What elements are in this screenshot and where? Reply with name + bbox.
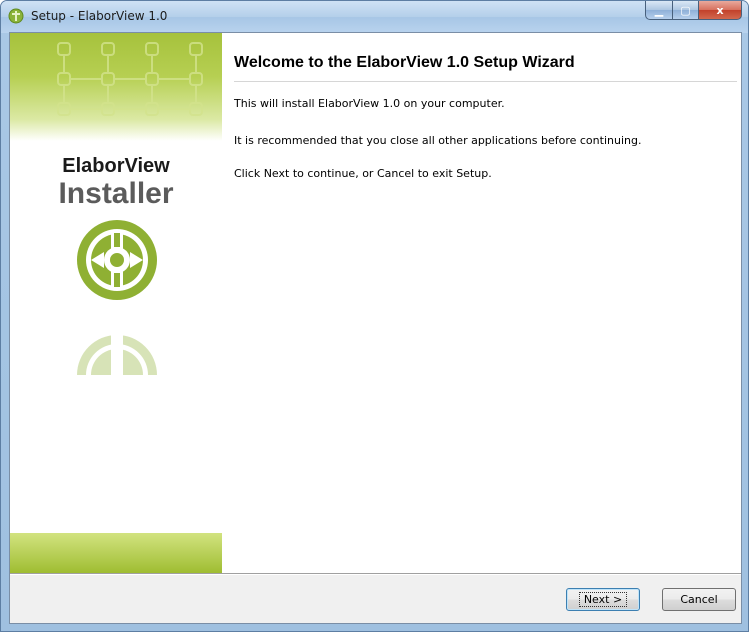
setup-window: Setup - ElaborView 1.0 ▁ ▢ x ElaborView …: [0, 0, 749, 632]
minimize-icon: ▁: [654, 3, 664, 17]
recommendation-text: It is recommended that you close all oth…: [234, 134, 642, 147]
logo-reflection: [77, 335, 157, 375]
page-title: Welcome to the ElaborView 1.0 Setup Wiza…: [234, 54, 575, 71]
brand-name: ElaborView: [62, 155, 170, 177]
maximize-icon: ▢: [680, 3, 691, 17]
minimize-button[interactable]: ▁: [645, 1, 672, 20]
wizard-side-image: ElaborView Installer: [10, 33, 222, 573]
next-button[interactable]: Next >: [566, 588, 640, 611]
instruction-text: Click Next to continue, or Cancel to exi…: [234, 167, 492, 180]
title-bar[interactable]: Setup - ElaborView 1.0 ▁ ▢ x: [1, 1, 748, 33]
cancel-button[interactable]: Cancel: [662, 588, 736, 611]
window-title: Setup - ElaborView 1.0: [31, 9, 168, 23]
caption-buttons: ▁ ▢ x: [645, 1, 742, 21]
side-banner-top: [10, 33, 222, 141]
title-separator: [234, 81, 737, 82]
side-banner-bottom: [10, 533, 222, 573]
connector-pattern-icon: [57, 42, 203, 116]
elaborview-logo-icon: [77, 220, 157, 300]
maximize-button[interactable]: ▢: [672, 1, 698, 20]
welcome-page: Welcome to the ElaborView 1.0 Setup Wiza…: [223, 33, 741, 573]
wizard-button-bar: Next > Cancel: [10, 575, 741, 623]
brand-subtitle: Installer: [58, 177, 174, 210]
intro-text: This will install ElaborView 1.0 on your…: [234, 97, 505, 110]
close-icon: x: [716, 3, 724, 17]
cancel-button-label: Cancel: [680, 593, 718, 606]
next-button-label: Next >: [578, 592, 628, 607]
wizard-client-area: ElaborView Installer Welcome to the Elab…: [9, 32, 742, 624]
close-button[interactable]: x: [698, 1, 742, 20]
setup-app-icon: [8, 8, 24, 24]
